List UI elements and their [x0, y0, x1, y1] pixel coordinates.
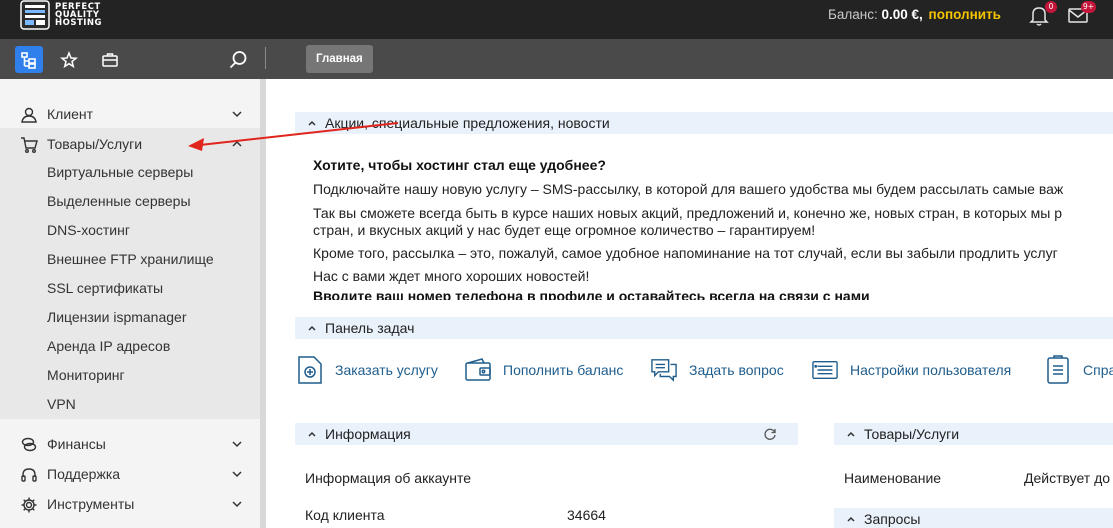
cart-icon [21, 137, 38, 153]
headset-icon [21, 468, 37, 482]
menu-tree-button[interactable] [15, 46, 43, 73]
star-icon [60, 50, 78, 68]
chevron-up-icon [232, 140, 242, 147]
settings-list-icon [812, 360, 838, 380]
sidebar-item-tools[interactable]: Инструменты [0, 491, 260, 517]
balance-amount: 0.00 €, [881, 7, 923, 22]
sidebar-subitem-virtual-servers[interactable]: Виртуальные серверы [47, 164, 193, 180]
tab-main[interactable]: Главная [306, 45, 373, 73]
search-icon [229, 50, 247, 68]
briefcase-icon [102, 52, 118, 67]
add-document-icon [298, 356, 322, 384]
help-label: Спра [1083, 362, 1113, 378]
sidebar-subitem-dedicated-servers[interactable]: Выделенные серверы [47, 193, 191, 209]
sidebar-item-client[interactable]: Клиент [0, 101, 260, 127]
news-paragraph-5-clipped: Вводите ваш номер телефона в профиле и о… [313, 290, 1113, 300]
balance-label: Баланс: [828, 7, 878, 22]
order-service-action[interactable]: Заказать услугу [297, 353, 438, 387]
wallet-icon [465, 358, 491, 381]
notifications-badge: 0 [1045, 1, 1057, 13]
sidebar-item-support[interactable]: Поддержка [0, 461, 260, 487]
user-icon [21, 107, 37, 123]
briefcase-button[interactable] [96, 46, 124, 73]
ask-question-label: Задать вопрос [689, 362, 784, 378]
sidebar-subitem-dns-hosting[interactable]: DNS-хостинг [47, 222, 130, 238]
chevron-up-icon [308, 325, 316, 331]
sidebar-item-products[interactable]: Товары/Услуги [0, 131, 260, 157]
chevron-down-icon [232, 111, 242, 118]
order-service-label: Заказать услугу [335, 362, 438, 378]
requests-panel-header[interactable]: Запросы [834, 508, 1113, 528]
logo-mark-icon [20, 0, 50, 30]
chat-icon [651, 359, 677, 382]
requests-panel-title: Запросы [864, 511, 921, 527]
sidebar-label-client: Клиент [47, 106, 94, 122]
topup-balance-action[interactable]: Пополнить баланс [465, 353, 623, 387]
news-paragraph-2: Так вы сможете всегда быть в курсе наших… [313, 205, 1063, 221]
sidebar-label-products: Товары/Услуги [47, 136, 143, 152]
sidebar-subitem-ispmanager[interactable]: Лицензии ispmanager [47, 309, 187, 325]
search-button[interactable] [224, 46, 252, 73]
sidebar-subitem-ip-rent[interactable]: Аренда IP адресов [47, 338, 170, 354]
news-paragraph-1: Подключайте нашу новую услугу – SMS-расс… [313, 181, 1064, 197]
user-settings-action[interactable]: Настройки пользователя [812, 353, 1011, 387]
clipboard-icon [1047, 355, 1069, 384]
sidebar-subitem-monitoring[interactable]: Мониторинг [47, 367, 125, 383]
chevron-down-icon [232, 501, 242, 508]
balance-display: Баланс: 0.00 €, пополнить [828, 7, 1001, 22]
tasks-section-header[interactable]: Панель задач [295, 317, 1113, 339]
favorites-button[interactable] [55, 46, 83, 73]
sidebar-scrollbar[interactable] [260, 79, 266, 528]
logo[interactable]: PERFECT QUALITY HOSTING [20, 0, 130, 30]
coins-icon [21, 437, 37, 452]
gear-icon [21, 497, 37, 513]
logo-line-3: HOSTING [55, 18, 103, 28]
news-title: Хотите, чтобы хостинг стал еще удобнее? [313, 157, 606, 173]
sidebar-subitem-ftp-storage[interactable]: Внешнее FTP хранилище [47, 251, 214, 267]
topup-balance-label: Пополнить баланс [503, 362, 624, 378]
client-code-value: 34664 [567, 507, 606, 523]
news-section-title: Акции, специальные предложения, новости [325, 115, 610, 131]
sidebar: Клиент Товары/Услуги Виртуальные серверы… [0, 79, 260, 528]
products-panel-title: Товары/Услуги [864, 426, 960, 442]
sidebar-subitem-ssl[interactable]: SSL сертификаты [47, 280, 163, 296]
products-column-valid-until: Действует до [1024, 470, 1111, 486]
info-section-header[interactable]: Информация [295, 423, 798, 445]
notifications-button[interactable]: 0 [1027, 1, 1057, 27]
sidebar-label-tools: Инструменты [47, 496, 135, 512]
chevron-up-icon [847, 431, 855, 437]
tasks-section-title: Панель задач [325, 320, 415, 336]
ask-question-action[interactable]: Задать вопрос [651, 353, 784, 387]
toolbar: Главная [0, 39, 1113, 79]
toolbar-separator [265, 47, 266, 69]
messages-button[interactable]: 9+ [1066, 1, 1096, 27]
products-column-name: Наименование [844, 470, 942, 486]
products-panel-header[interactable]: Товары/Услуги [834, 423, 1113, 445]
sidebar-label-finance: Финансы [47, 436, 106, 452]
sidebar-label-support: Поддержка [47, 466, 121, 482]
chevron-up-icon [308, 120, 316, 126]
user-settings-label: Настройки пользователя [850, 362, 1012, 378]
sidebar-subitem-vpn[interactable]: VPN [47, 396, 76, 412]
chevron-up-icon [847, 516, 855, 522]
news-paragraph-3: Кроме того, рассылка – это, пожалуй, сам… [313, 245, 1058, 261]
refresh-icon[interactable] [763, 427, 777, 441]
help-action[interactable]: Спра [1045, 353, 1113, 387]
messages-badge: 9+ [1080, 1, 1096, 13]
logo-text: PERFECT QUALITY HOSTING [55, 3, 103, 28]
news-paragraph-4: Нас с вами ждет много хороших новостей! [313, 268, 590, 284]
client-code-label: Код клиента [305, 507, 385, 523]
sidebar-item-finance[interactable]: Финансы [0, 431, 260, 457]
account-info-title: Информация об аккаунте [305, 470, 472, 486]
topup-link[interactable]: пополнить [929, 7, 1001, 22]
news-section-header[interactable]: Акции, специальные предложения, новости [295, 112, 1113, 134]
chevron-down-icon [232, 471, 242, 478]
chevron-up-icon [308, 431, 316, 437]
info-section-title: Информация [325, 426, 411, 442]
news-paragraph-5: Вводите ваш номер телефона в профиле и о… [313, 290, 870, 300]
chevron-down-icon [232, 441, 242, 448]
tree-menu-icon [21, 51, 36, 69]
top-header: PERFECT QUALITY HOSTING Баланс: 0.00 €, … [0, 0, 1113, 39]
news-paragraph-2-cont: стран, и вкусных акций у нас будет еще о… [313, 222, 816, 238]
